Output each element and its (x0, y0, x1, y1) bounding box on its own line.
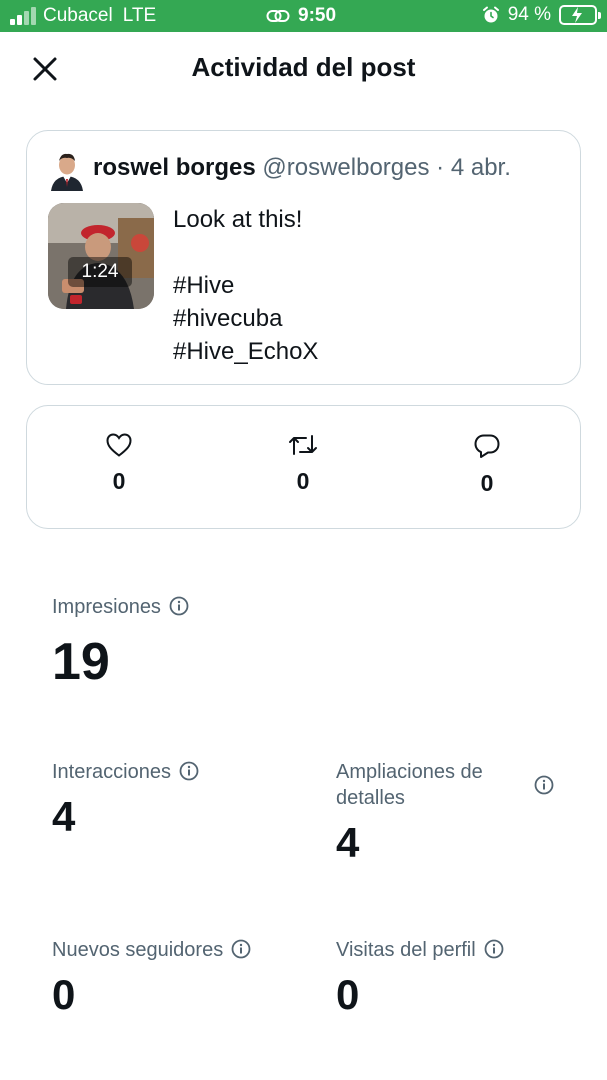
status-center: 9:50 (266, 5, 336, 27)
new-followers-metric: Nuevos seguidores 0 (52, 937, 251, 1019)
author-name[interactable]: roswel borges (93, 154, 256, 181)
post-date: 4 abr. (450, 154, 511, 181)
metric-label-row: Impresiones (52, 594, 189, 620)
detail-expands-value: 4 (336, 819, 360, 866)
profile-visits-label: Visitas del perfil (336, 939, 476, 961)
new-followers-value: 0 (52, 971, 76, 1018)
status-left: Cubacel LTE (10, 5, 156, 27)
status-bar: Cubacel LTE 9:50 94 % (0, 0, 607, 32)
avatar[interactable] (49, 151, 85, 191)
repost-icon (289, 435, 317, 455)
reposts-count: 0 (296, 468, 310, 494)
new-followers-label: Nuevos seguidores (52, 939, 224, 961)
profile-visits-metric: Visitas del perfil 0 (336, 937, 504, 1019)
info-icon[interactable] (179, 761, 199, 781)
heart-icon (106, 433, 132, 457)
battery-charging-icon (559, 5, 601, 25)
video-thumbnail[interactable]: 1:24 (48, 203, 154, 309)
clock-time: 9:50 (298, 5, 337, 26)
post-hashtag[interactable]: #Hive (173, 269, 318, 302)
info-icon[interactable] (231, 939, 251, 959)
detail-expands-label: Ampliaciones de detalles (336, 761, 483, 809)
page-header: Actividad del post (0, 32, 607, 104)
info-icon[interactable] (484, 939, 504, 959)
author-handle[interactable]: @roswelborges (262, 154, 429, 181)
impressions-label: Impresiones (52, 596, 161, 618)
post-hashtag[interactable]: #Hive_EchoX (173, 335, 318, 368)
metric-label-row: Nuevos seguidores (52, 937, 251, 963)
signal-strength-icon (10, 7, 36, 25)
post-text-line (173, 236, 318, 269)
info-icon[interactable] (534, 775, 554, 795)
replies-count: 0 (480, 470, 494, 496)
likes-count: 0 (112, 468, 126, 494)
post-meta: roswel borges @roswelborges · 4 abr. (93, 154, 511, 182)
impressions-value: 19 (52, 633, 110, 691)
metric-label-row: Visitas del perfil (336, 937, 504, 963)
metric-label-row: Interacciones (52, 759, 199, 785)
impressions-metric: Impresiones 19 (52, 594, 189, 692)
page-title: Actividad del post (191, 52, 416, 82)
network-type: LTE (122, 5, 157, 26)
video-duration: 1:24 (68, 257, 132, 287)
meta-separator: · (436, 154, 445, 181)
alarm-clock-icon (482, 6, 499, 23)
profile-visits-value: 0 (336, 971, 360, 1018)
detail-expands-metric: Ampliaciones de detalles 4 (336, 759, 556, 867)
replies-stat[interactable]: 0 (457, 432, 517, 497)
interactions-label: Interacciones (52, 761, 171, 783)
info-icon[interactable] (169, 596, 189, 616)
post-text[interactable]: Look at this! #Hive #hivecuba #Hive_Echo… (173, 203, 318, 368)
carrier-name: Cubacel (43, 5, 113, 26)
post-text-line: Look at this! (173, 206, 303, 233)
battery-percent: 94 % (507, 4, 551, 25)
reposts-stat[interactable]: 0 (273, 432, 333, 495)
interactions-metric: Interacciones 4 (52, 759, 199, 841)
video-frame-image (48, 203, 154, 309)
reply-icon (474, 434, 500, 458)
hotspot-link-icon (266, 10, 290, 22)
post-card[interactable]: roswel borges @roswelborges · 4 abr. 1:2… (26, 130, 581, 385)
interactions-value: 4 (52, 793, 76, 840)
likes-stat[interactable]: 0 (89, 432, 149, 495)
status-right: 94 % (482, 4, 601, 26)
engagement-card: 0 0 0 (26, 405, 581, 529)
post-hashtag[interactable]: #hivecuba (173, 302, 318, 335)
